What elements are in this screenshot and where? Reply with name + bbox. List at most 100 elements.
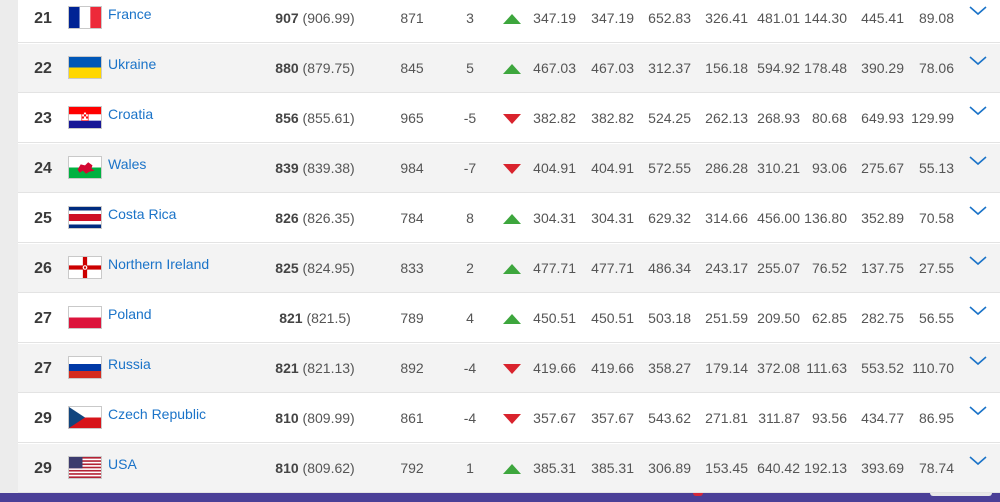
previous-points: 845 [400,60,424,76]
table-row[interactable]: 23 Croatia 856 (855.61) 965 -5 382.82 38… [18,94,1000,143]
stat-6: 93.06 [811,160,847,176]
rank-number: 26 [34,260,52,277]
stat-8: 55.13 [918,160,954,176]
stat-6: 93.56 [811,410,847,426]
previous-points: 871 [400,10,424,26]
stat-3: 312.37 [648,60,691,76]
stat-8: 78.06 [918,60,954,76]
stat-2: 419.66 [591,360,634,376]
expand-chevron-down-icon[interactable] [969,106,987,116]
czech-republic-flag [68,406,102,429]
total-points-rounded: 825 [275,260,299,276]
rank-number: 24 [34,160,52,177]
total-points-exact: (839.38) [302,160,355,176]
total-points-rounded: 826 [275,210,299,226]
trend-up-arrow-icon [503,264,521,274]
total-points-rounded: 821 [275,360,299,376]
stat-3: 306.89 [648,460,691,476]
total-points-exact: (809.99) [302,410,355,426]
expand-chevron-down-icon[interactable] [969,156,987,166]
stat-2: 347.19 [591,10,634,26]
stat-4: 271.81 [705,410,748,426]
team-name-link[interactable]: France [108,0,152,34]
total-points-exact: (855.61) [302,110,355,126]
total-points-exact: (826.35) [302,210,355,226]
expand-chevron-down-icon[interactable] [969,206,987,216]
stat-7: 393.69 [861,460,904,476]
stat-2: 477.71 [591,260,634,276]
expand-chevron-down-icon[interactable] [969,306,987,316]
table-row[interactable]: 27 Russia 821 (821.13) 892 -4 419.66 419… [18,344,1000,393]
trend-up-arrow-icon [503,64,521,74]
table-row[interactable]: 27 Poland 821 (821.5) 789 4 450.51 450.5… [18,294,1000,343]
team-name-link[interactable]: Wales [108,144,146,184]
russia-flag [68,356,102,379]
wales-flag [68,156,102,179]
total-points: 826 (826.35) [250,194,380,243]
table-row[interactable]: 21 France 907 (906.99) 871 3 347.19 347.… [18,0,1000,43]
table-row[interactable]: 25 Costa Rica 826 (826.35) 784 8 304.31 … [18,194,1000,243]
total-points: 825 (824.95) [250,244,380,293]
table-row[interactable]: 29 Czech Republic 810 (809.99) 861 -4 35… [18,394,1000,443]
stat-7: 137.75 [861,260,904,276]
total-points-rounded: 810 [275,410,299,426]
team-name-link[interactable]: Poland [108,294,152,334]
stat-2: 467.03 [591,60,634,76]
stat-7: 649.93 [861,110,904,126]
rank-change: 3 [466,10,474,26]
team-name-link[interactable]: Russia [108,344,151,384]
team-name-link[interactable]: Croatia [108,94,153,134]
expand-chevron-down-icon[interactable] [969,456,987,466]
rank-number: 25 [34,210,52,227]
table-row[interactable]: 29 USA 810 (809.62) 792 1 385.31 385.31 … [18,444,1000,493]
stat-7: 282.75 [861,310,904,326]
previous-points: 892 [400,360,424,376]
stat-7: 553.52 [861,360,904,376]
france-flag [68,6,102,29]
team-name-link[interactable]: Ukraine [108,44,156,84]
stat-8: 89.08 [918,10,954,26]
stat-4: 286.28 [705,160,748,176]
rank-change: 8 [466,210,474,226]
trend-up-arrow-icon [503,464,521,474]
stat-1: 385.31 [533,460,576,476]
team-name-link[interactable]: USA [108,444,137,484]
usa-flag [68,456,102,479]
stat-7: 352.89 [861,210,904,226]
expand-chevron-down-icon[interactable] [969,6,987,16]
stat-1: 304.31 [533,210,576,226]
total-points-exact: (879.75) [302,60,355,76]
expand-chevron-down-icon[interactable] [969,56,987,66]
stat-2: 357.67 [591,410,634,426]
bottom-bar [0,493,1000,502]
expand-chevron-down-icon[interactable] [969,256,987,266]
stat-2: 304.31 [591,210,634,226]
total-points-rounded: 839 [275,160,299,176]
trend-down-arrow-icon [503,364,521,374]
stat-6: 111.63 [806,360,847,376]
stat-3: 358.27 [648,360,691,376]
rank-change: -7 [463,160,477,176]
team-name-link[interactable]: Northern Ireland [108,244,209,284]
table-row[interactable]: 26 Northern Ireland 825 (824.95) 833 2 4… [18,244,1000,293]
table-row[interactable]: 22 Ukraine 880 (879.75) 845 5 467.03 467… [18,44,1000,93]
table-row[interactable]: 24 Wales 839 (839.38) 984 -7 404.91 404.… [18,144,1000,193]
ukraine-flag [68,56,102,79]
stat-8: 56.55 [918,310,954,326]
expand-chevron-down-icon[interactable] [969,406,987,416]
stat-1: 357.67 [533,410,576,426]
team-name-link[interactable]: Costa Rica [108,194,176,234]
previous-points: 861 [400,410,424,426]
total-points: 810 (809.99) [250,394,380,443]
stat-3: 572.55 [648,160,691,176]
team-name-link[interactable]: Czech Republic [108,394,206,434]
stat-7: 445.41 [861,10,904,26]
stat-6: 144.30 [804,10,847,26]
stat-4: 243.17 [705,260,748,276]
trend-down-arrow-icon [503,164,521,174]
previous-points: 784 [400,210,424,226]
trend-up-arrow-icon [503,314,521,324]
rankings-table: 21 France 907 (906.99) 871 3 347.19 347.… [18,0,1000,493]
expand-chevron-down-icon[interactable] [969,356,987,366]
stat-2: 404.91 [591,160,634,176]
